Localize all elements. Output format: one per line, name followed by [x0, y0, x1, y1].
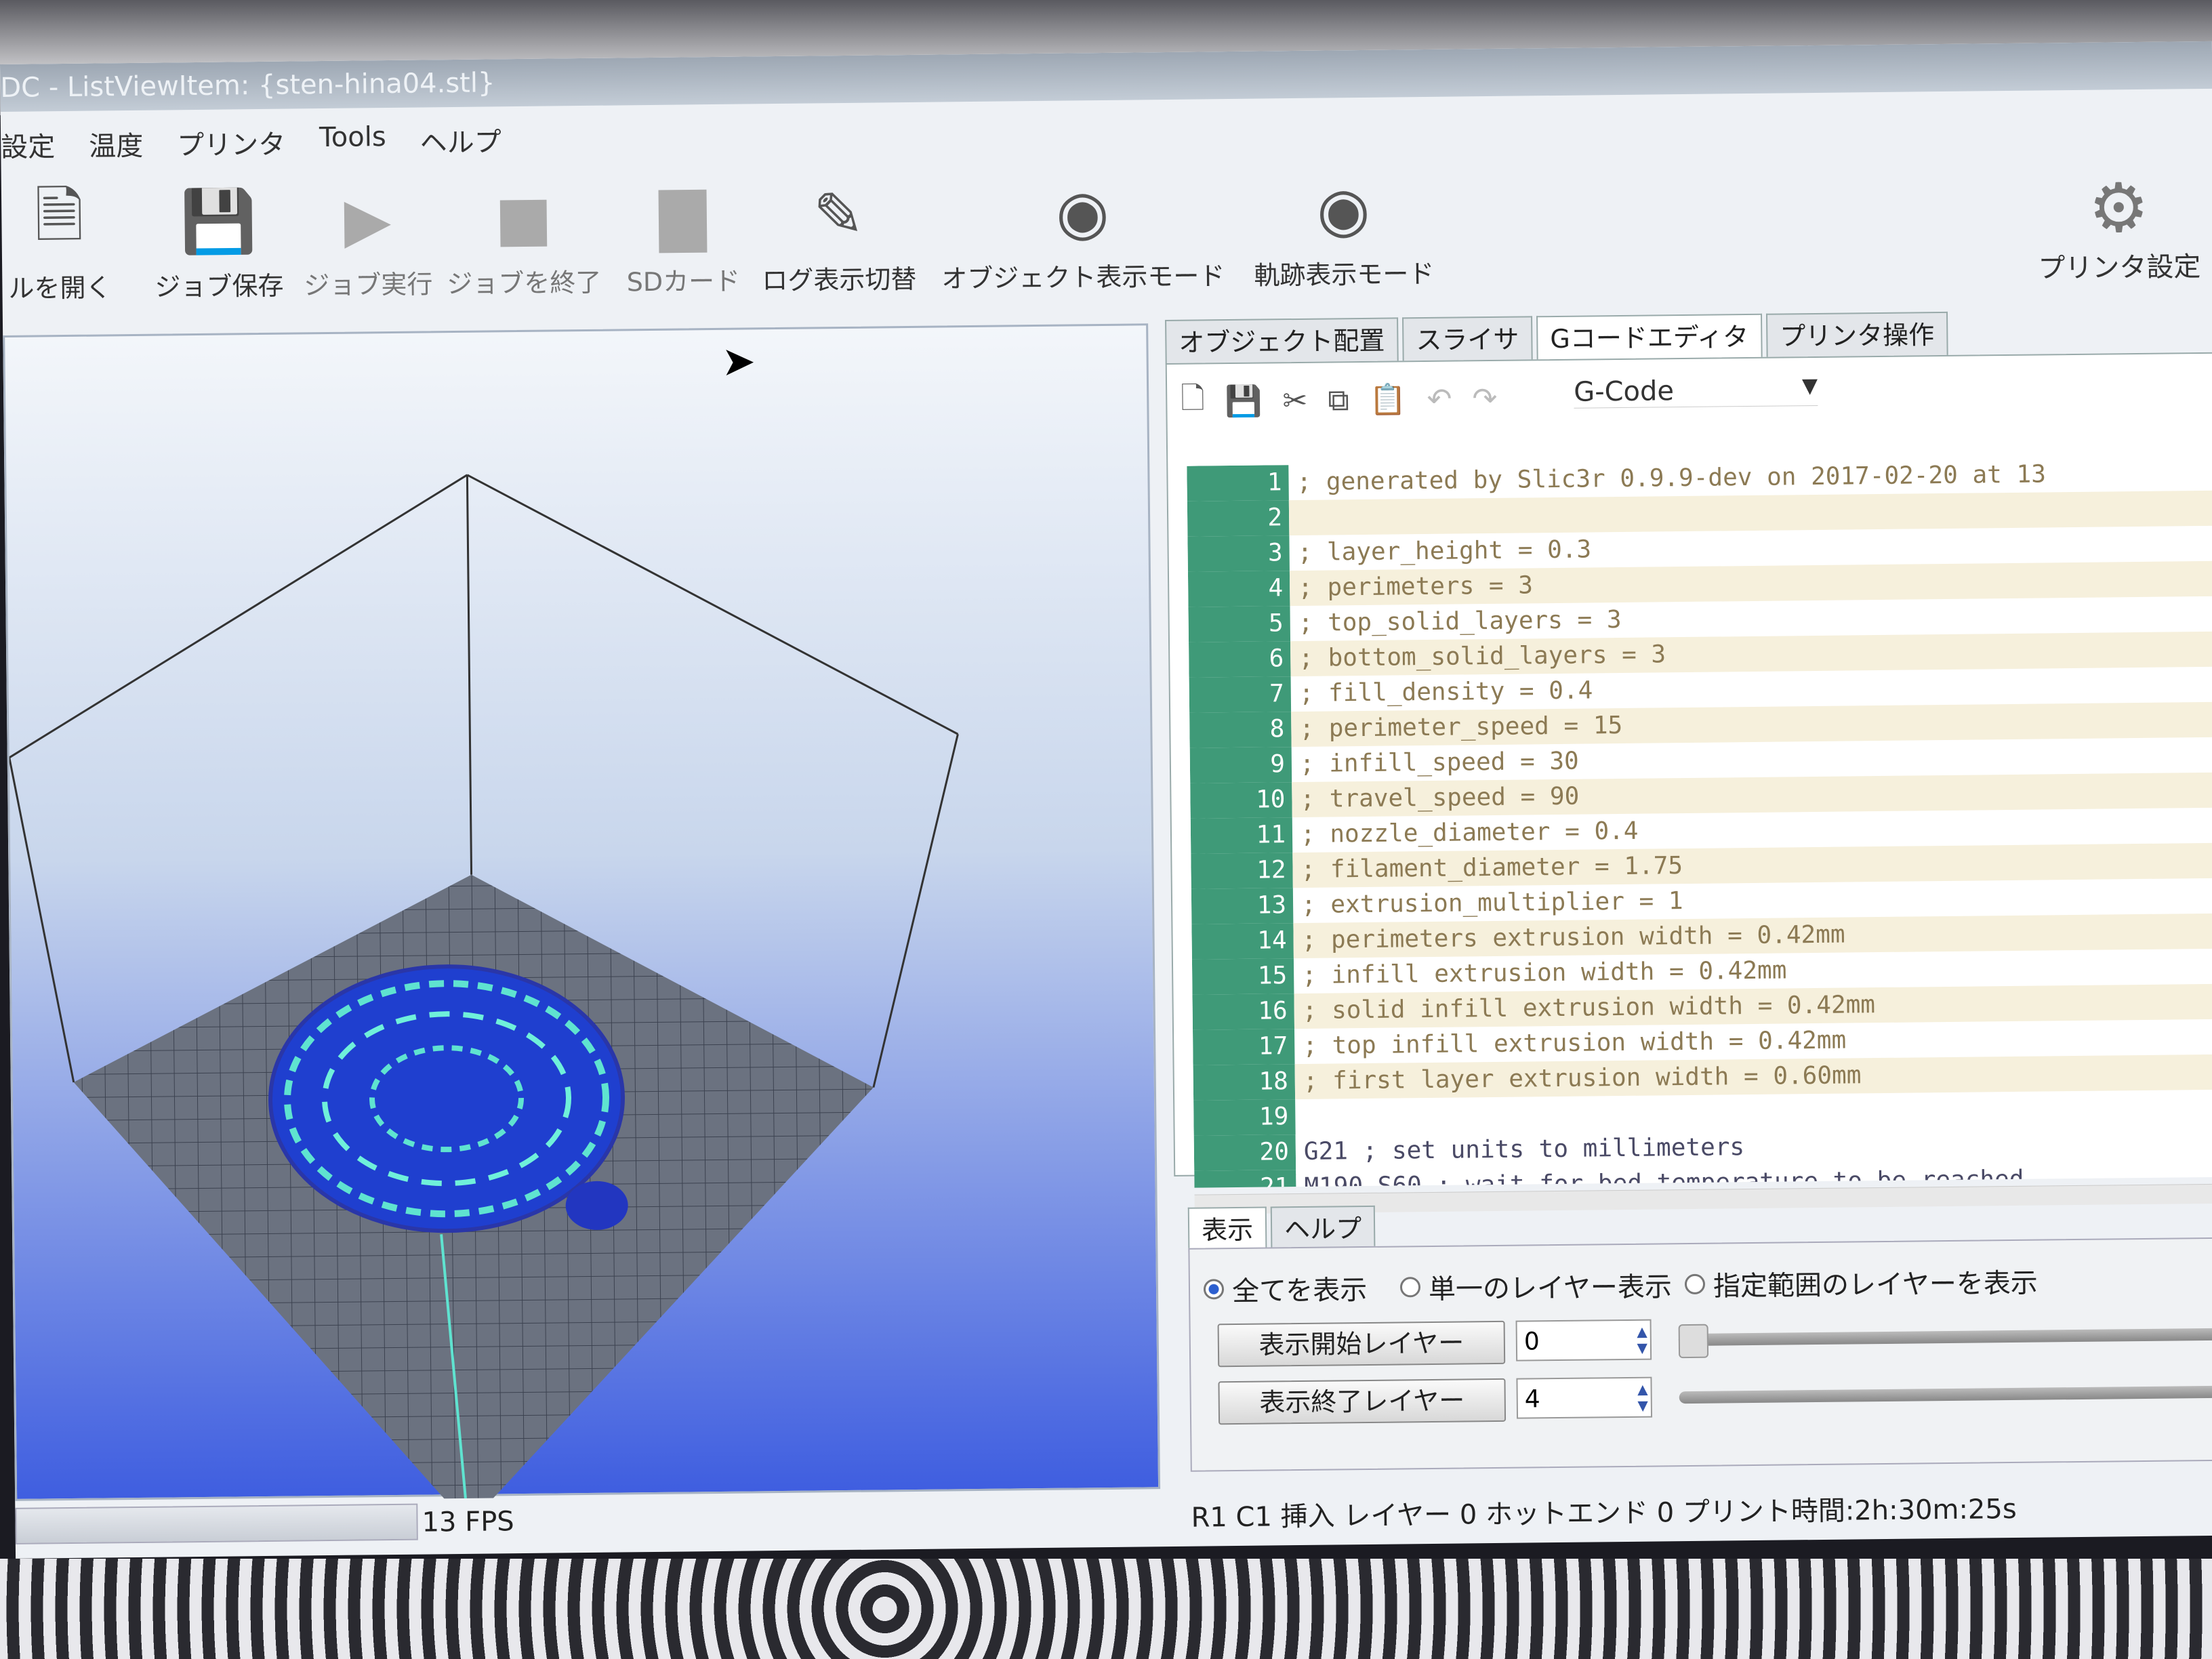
gcode-editor: 🗋 💾 ✂ ⧉ 📋 ↶ ↷ G-Code ▼ 1; generated by S…: [1165, 352, 2212, 1214]
line-number: 12: [1191, 853, 1293, 889]
end-job-button[interactable]: ■ ジョブを終了: [442, 173, 606, 301]
layer-view-panel: 全てを表示 単一のレイヤー表示 指定範囲のレイヤーを表示 表示開始レイヤー 0 …: [1188, 1237, 2212, 1472]
editor-status-bar: R1 C1 挿入 レイヤー 0 ホットエンド 0 プリント時間:2h:30m:2…: [1191, 1493, 2017, 1534]
new-icon[interactable]: 🗋: [1181, 376, 1205, 427]
line-number: 16: [1192, 994, 1295, 1030]
end-layer-slider[interactable]: [1679, 1385, 2212, 1404]
menu-help[interactable]: ヘルプ: [419, 120, 501, 168]
slider-handle[interactable]: [1678, 1324, 1709, 1359]
floppy-icon: 💾: [180, 185, 258, 258]
sd-card-icon: ▇: [659, 180, 707, 253]
gears-icon: ⚙: [2087, 167, 2150, 248]
line-number: 4: [1187, 571, 1290, 607]
stop-icon: ■: [494, 182, 553, 254]
radio-layer-range[interactable]: 指定範囲のレイヤーを表示: [1684, 1261, 2038, 1304]
bottom-tabs: 表示 ヘルプ: [1187, 1205, 1380, 1252]
tab-display[interactable]: 表示: [1187, 1206, 1267, 1252]
line-number: 2: [1187, 500, 1290, 537]
window-title: DC - ListViewItem: {sten-hina04.stl}: [0, 67, 495, 104]
start-layer-slider[interactable]: [1678, 1324, 2212, 1359]
right-panel: オブジェクト配置 スライサ Gコードエディタ プリンタ操作 🗋 💾 ✂ ⧉ 📋 …: [1165, 309, 2212, 1534]
tab-object-placement[interactable]: オブジェクト配置: [1165, 317, 1399, 365]
file-icon: 🗎: [34, 180, 85, 251]
line-number: 3: [1187, 535, 1290, 572]
menu-bar: 設定 温度 プリンタ Tools ヘルプ: [1, 120, 501, 173]
tab-printer-control[interactable]: プリンタ操作: [1765, 311, 1948, 359]
line-number: 17: [1193, 1029, 1295, 1065]
undo-icon[interactable]: ↶: [1427, 382, 1452, 416]
line-number: 9: [1189, 747, 1292, 783]
line-number: 15: [1191, 958, 1294, 995]
pencil-icon: ✎: [813, 179, 865, 251]
sd-card-button[interactable]: ▇ SDカード: [618, 171, 748, 298]
3d-viewport[interactable]: [3, 323, 1161, 1503]
line-number: 19: [1193, 1099, 1296, 1136]
background-pattern: [0, 1559, 2212, 1659]
line-number: 8: [1189, 712, 1292, 748]
tab-gcode-editor[interactable]: Gコードエディタ: [1536, 313, 1763, 361]
menu-tools[interactable]: Tools: [319, 121, 386, 169]
start-layer-button[interactable]: 表示開始レイヤー: [1217, 1320, 1506, 1368]
fps-counter: 13 FPS: [422, 1506, 514, 1538]
copy-icon[interactable]: ⧉: [1328, 383, 1349, 417]
line-number: 10: [1190, 782, 1292, 819]
object-view-mode-button[interactable]: ◉ オブジェクト表示モード: [937, 167, 1229, 295]
line-number: 6: [1189, 641, 1291, 678]
path-view-mode-button[interactable]: ◉ 軌跡表示モード: [1242, 165, 1446, 292]
radio-indicator: [1203, 1279, 1225, 1300]
tab-slicer[interactable]: スライサ: [1402, 316, 1533, 363]
language-select[interactable]: G-Code ▼: [1573, 373, 1818, 409]
editor-toolbar: 🗋 💾 ✂ ⧉ 📋 ↶ ↷: [1181, 375, 1498, 426]
code-area[interactable]: 1; generated by Slic3r 0.9.9-dev on 2017…: [1187, 455, 2212, 1188]
progress-bar: [15, 1503, 418, 1544]
start-layer-input[interactable]: 0 ▲ ▼: [1515, 1319, 1652, 1361]
log-toggle-button[interactable]: ✎ ログ表示切替: [754, 170, 924, 298]
radio-single-layer[interactable]: 単一のレイヤー表示: [1399, 1265, 1672, 1307]
line-number: 14: [1191, 923, 1294, 960]
stepper-arrows-icon[interactable]: ▲ ▼: [1637, 1324, 1647, 1356]
redo-icon[interactable]: ↷: [1472, 381, 1497, 415]
cut-icon[interactable]: ✂: [1282, 383, 1307, 417]
mouse-cursor-icon: ➤: [721, 337, 756, 386]
play-icon: ▶: [344, 184, 392, 256]
line-number: 20: [1193, 1134, 1296, 1171]
radio-indicator: [1684, 1273, 1706, 1295]
radio-indicator: [1399, 1277, 1421, 1298]
tab-help[interactable]: ヘルプ: [1270, 1205, 1376, 1252]
line-number: 1: [1187, 465, 1289, 501]
line-number: 7: [1189, 676, 1292, 713]
sliced-model: [268, 964, 628, 1233]
line-number: 5: [1188, 606, 1291, 642]
app-window: DC - ListViewItem: {sten-hina04.stl} 設定 …: [0, 41, 2212, 1559]
line-number: 21: [1194, 1170, 1296, 1188]
line-number: 13: [1191, 888, 1294, 924]
paste-icon[interactable]: 📋: [1370, 382, 1407, 417]
eye-icon: ◉: [1316, 173, 1371, 246]
eye-icon: ◉: [1055, 176, 1110, 249]
end-layer-button[interactable]: 表示終了レイヤー: [1218, 1378, 1507, 1425]
chevron-down-icon: ▼: [1801, 373, 1818, 398]
print-volume-render: [8, 474, 959, 1503]
line-number: 18: [1193, 1064, 1296, 1101]
menu-settings[interactable]: 設定: [1, 125, 56, 173]
end-layer-input[interactable]: 4 ▲ ▼: [1516, 1376, 1653, 1419]
printer-settings-button[interactable]: ⚙ プリンタ設定: [2037, 167, 2201, 286]
stepper-arrows-icon[interactable]: ▲ ▼: [1637, 1381, 1648, 1414]
main-tabs: オブジェクト配置 スライサ Gコードエディタ プリンタ操作: [1165, 311, 1952, 365]
save-icon[interactable]: 💾: [1225, 384, 1262, 419]
menu-temperature[interactable]: 温度: [89, 124, 144, 172]
menu-printer[interactable]: プリンタ: [177, 123, 286, 171]
radio-show-all[interactable]: 全てを表示: [1203, 1268, 1368, 1309]
run-job-button[interactable]: ▶ ジョブ実行: [293, 175, 443, 302]
save-job-button[interactable]: 💾 ジョブ保存: [144, 176, 294, 303]
line-number: 11: [1190, 817, 1293, 854]
open-file-button[interactable]: 🗎 ルを開く: [1, 178, 118, 305]
